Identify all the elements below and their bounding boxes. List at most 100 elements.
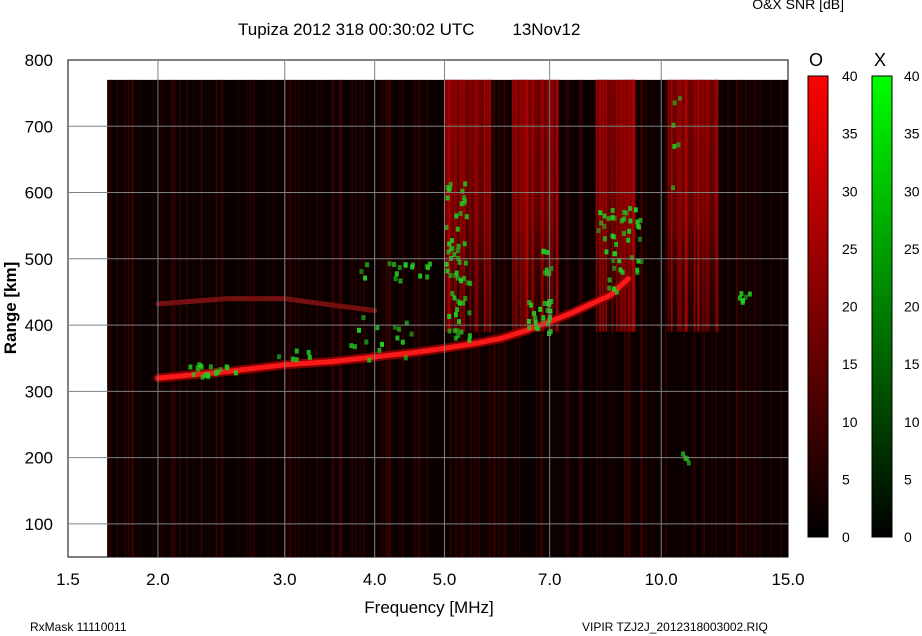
o-band-streak <box>632 79 635 332</box>
x-echo-pixel <box>635 270 640 276</box>
x-echo-pixel <box>526 318 531 324</box>
x-echo-pixel <box>213 370 218 376</box>
x-echo-pixel <box>598 210 603 216</box>
x-echo-pixel <box>447 241 452 247</box>
noise-streak <box>578 79 581 557</box>
noise-streak <box>309 79 311 557</box>
noise-streak <box>770 79 772 557</box>
x-echo-pixel <box>290 356 295 362</box>
x-echo-pixel <box>618 267 623 273</box>
x-echo-pixel <box>447 328 452 334</box>
x-echo-pixel <box>363 275 368 281</box>
x-echo-pixel <box>453 312 458 318</box>
o-echo-band <box>667 79 719 332</box>
o-band-streak <box>628 79 631 332</box>
x-echo-pixel <box>294 357 299 363</box>
o-band-streak <box>704 79 707 332</box>
y-tick-label: 500 <box>25 250 53 269</box>
o-band-streak <box>708 79 710 332</box>
y-tick-label: 800 <box>25 51 53 70</box>
noise-streak <box>421 79 423 557</box>
x-echo-pixel <box>462 195 467 201</box>
x-echo-pixel <box>191 372 196 378</box>
o-band-streak <box>685 79 688 332</box>
noise-streak <box>359 79 362 557</box>
noise-streak <box>379 79 381 557</box>
x-echo-pixel <box>638 217 643 223</box>
x-echo-pixel <box>352 344 357 350</box>
x-tick-label: 10.0 <box>645 570 678 589</box>
x-echo-pixel <box>387 261 392 267</box>
x-echo-pixel <box>543 270 548 276</box>
x-echo-pixel <box>741 298 746 304</box>
y-tick-label: 400 <box>25 316 53 335</box>
y-tick-label: 100 <box>25 515 53 534</box>
noise-streak <box>350 79 354 557</box>
o-band-streak <box>547 79 549 332</box>
noise-streak <box>193 79 195 557</box>
o-band-streak <box>515 79 518 332</box>
o-band-streak <box>521 79 523 332</box>
x-echo-pixel <box>622 230 627 236</box>
x-echo-pixel <box>672 100 677 106</box>
colorbar-tick-label: 10 <box>904 414 920 430</box>
o-band-streak <box>525 79 527 332</box>
x-echo-pixel <box>627 228 632 234</box>
x-echo-pixel <box>672 143 677 149</box>
x-echo-pixel <box>626 237 631 243</box>
x-echo-pixel <box>604 249 609 255</box>
x-axis-label: Frequency [MHz] <box>364 598 493 617</box>
x-tick-labels: 1.5 2.0 3.0 4.0 5.0 7.0 10.0 15.0 <box>56 570 804 589</box>
o-band-streak <box>448 79 451 332</box>
noise-streak <box>759 79 762 557</box>
x-echo-pixel <box>463 260 468 266</box>
x-echo-pixel <box>599 220 604 226</box>
noise-streak <box>386 79 389 557</box>
x-echo-pixel <box>463 181 468 187</box>
x-echo-pixel <box>637 236 642 242</box>
o-band-streak <box>717 79 719 332</box>
colorbar-tick-label: 0 <box>842 529 850 545</box>
noise-streak <box>413 79 416 557</box>
data-layer <box>107 79 788 557</box>
o-band-streak <box>693 79 696 332</box>
x-echo-pixel <box>739 291 744 297</box>
x-echo-pixel <box>307 354 312 360</box>
o-band-streak <box>455 79 458 332</box>
y-tick-label: 600 <box>25 184 53 203</box>
x-echo-pixel <box>541 317 546 323</box>
x-echo-pixel <box>359 269 364 275</box>
noise-streak <box>388 79 392 557</box>
noise-streak <box>398 79 400 557</box>
x-echo-pixel <box>633 207 638 213</box>
x-echo-pixel <box>375 325 380 331</box>
o-band-streak <box>618 79 621 332</box>
colorbar-tick-label: 15 <box>904 356 920 372</box>
noise-streak <box>402 79 405 557</box>
noise-streak <box>645 79 647 557</box>
colorbar-tick-label: 35 <box>842 126 858 142</box>
x-echo-pixel <box>400 339 405 345</box>
y-tick-labels: 100 200 300 400 500 600 700 800 <box>25 51 53 534</box>
o-band-streak <box>670 79 673 332</box>
noise-streak <box>250 79 253 557</box>
colorbar-tick-label: 40 <box>842 68 858 84</box>
y-axis-label: Range [km] <box>1 262 20 355</box>
x-tick-label: 15.0 <box>771 570 804 589</box>
noise-streak <box>744 79 747 557</box>
x-tick-label: 2.0 <box>146 570 170 589</box>
x-echo-pixel <box>622 209 627 215</box>
noise-streak <box>294 79 296 557</box>
x-echo-pixel <box>445 184 450 190</box>
x-echo-pixel <box>671 122 676 128</box>
x-colorbar-ticks: 0 5 10 15 20 25 30 35 40 <box>904 68 920 545</box>
noise-streak <box>215 79 218 557</box>
x-tick-label: 1.5 <box>56 570 80 589</box>
x-echo-pixel <box>602 236 607 242</box>
x-echo-pixel <box>277 354 282 360</box>
x-echo-pixel <box>365 262 370 268</box>
noise-streak <box>651 79 654 557</box>
x-echo-pixel <box>612 286 617 292</box>
x-echo-pixel <box>380 341 385 347</box>
noise-streak <box>127 79 130 557</box>
